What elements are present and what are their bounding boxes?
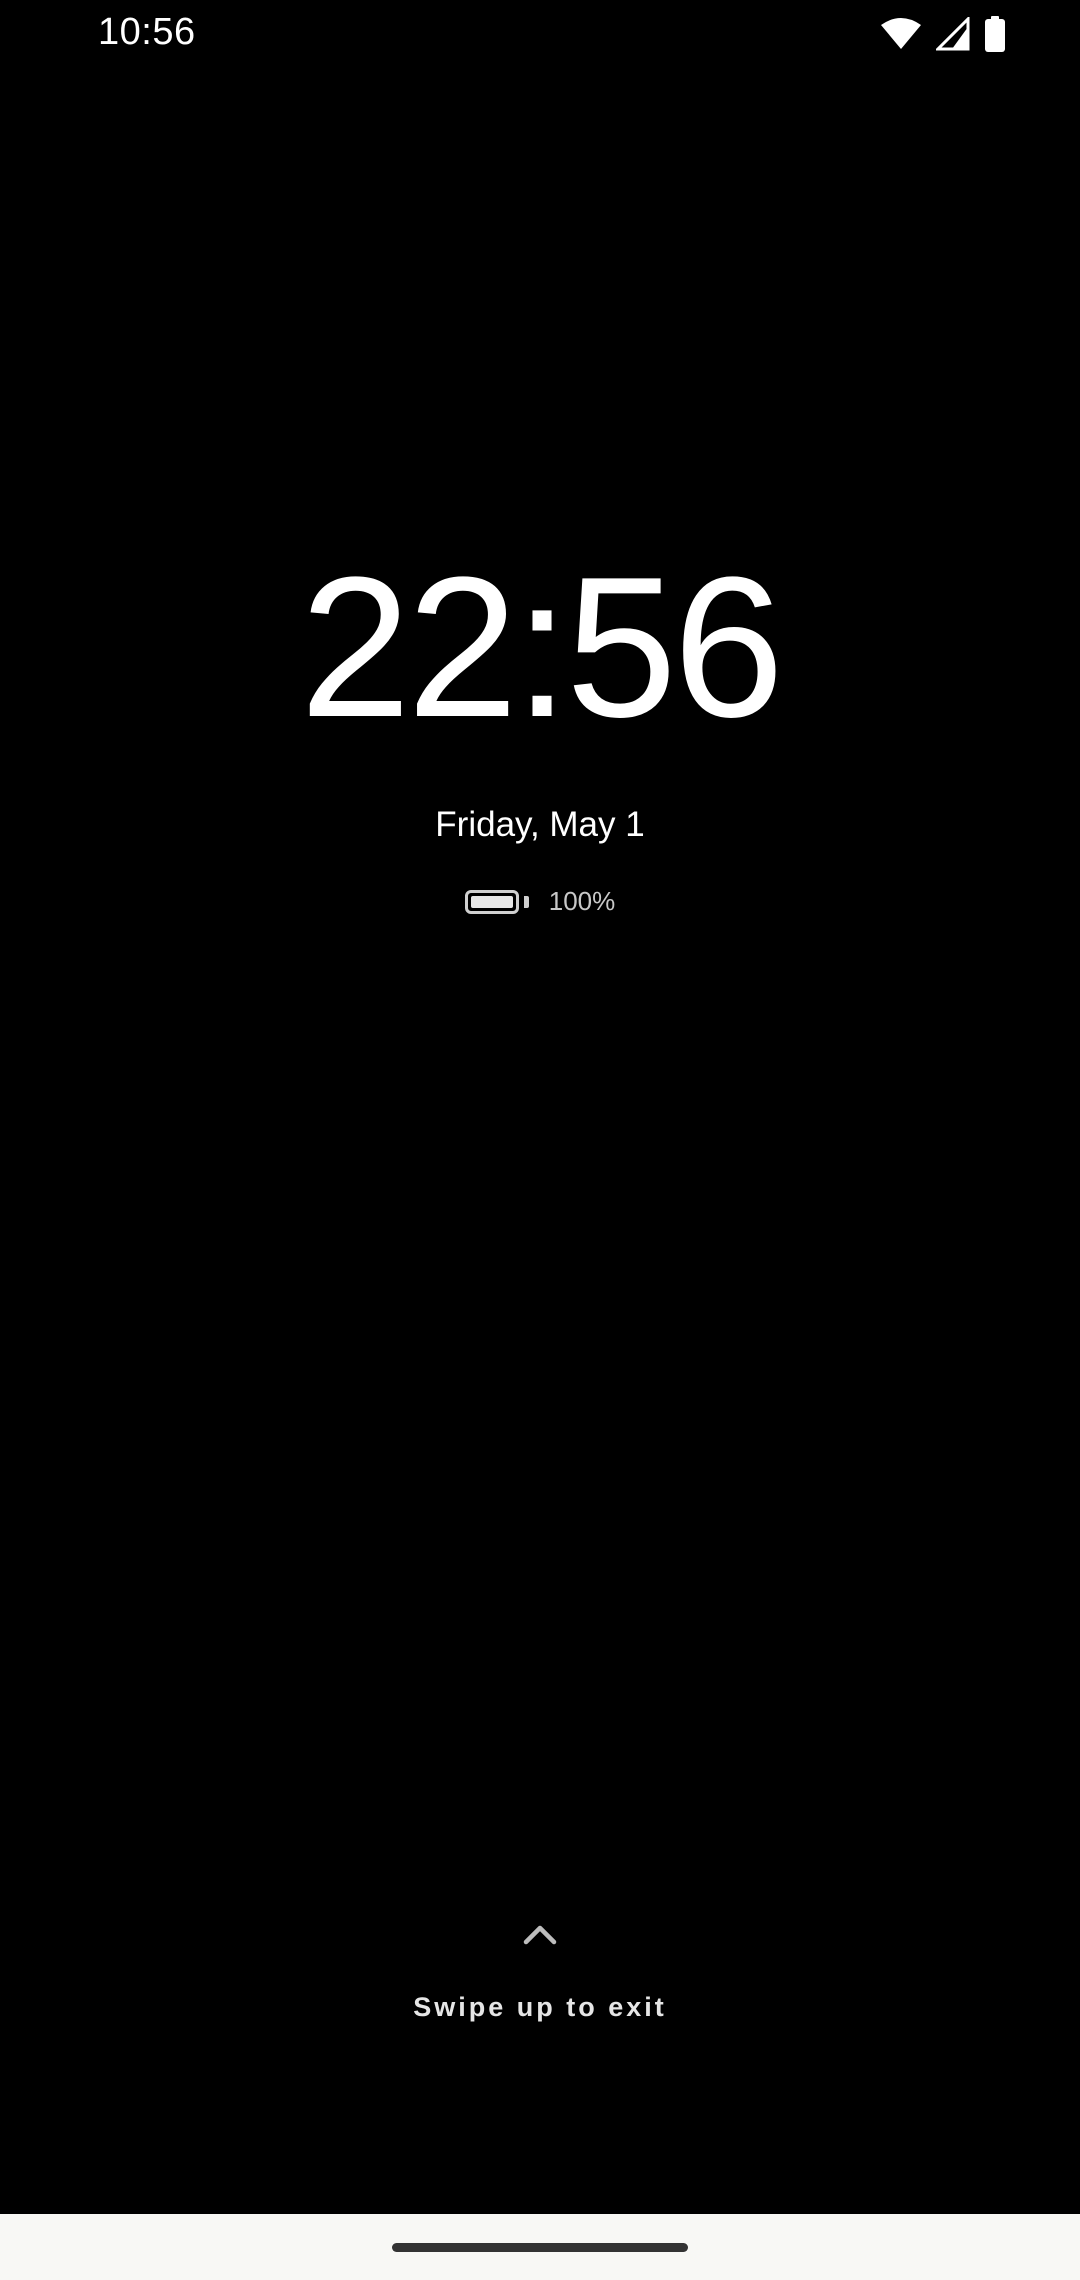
battery-body [464, 889, 519, 914]
screensaver-date: Friday, May 1 [435, 805, 645, 844]
signal-icon [936, 17, 970, 51]
swipe-up-to-exit-label[interactable]: Swipe up to exit [0, 1992, 1080, 2023]
battery-status: 100% [0, 886, 1080, 917]
battery-level-icon [464, 889, 529, 914]
status-bar: 10:56 [0, 0, 1080, 66]
navigation-bar [0, 2214, 1080, 2280]
home-gesture-handle[interactable] [392, 2243, 688, 2252]
status-icons [880, 16, 1006, 52]
battery-fill [470, 895, 513, 908]
status-time: 10:56 [98, 11, 196, 53]
wifi-icon [880, 17, 922, 51]
battery-percent: 100% [548, 886, 616, 916]
battery-icon [984, 16, 1006, 52]
chevron-up-icon [520, 1918, 560, 1948]
screensaver-clock: 22:56 [299, 536, 785, 759]
battery-cap [523, 895, 529, 908]
